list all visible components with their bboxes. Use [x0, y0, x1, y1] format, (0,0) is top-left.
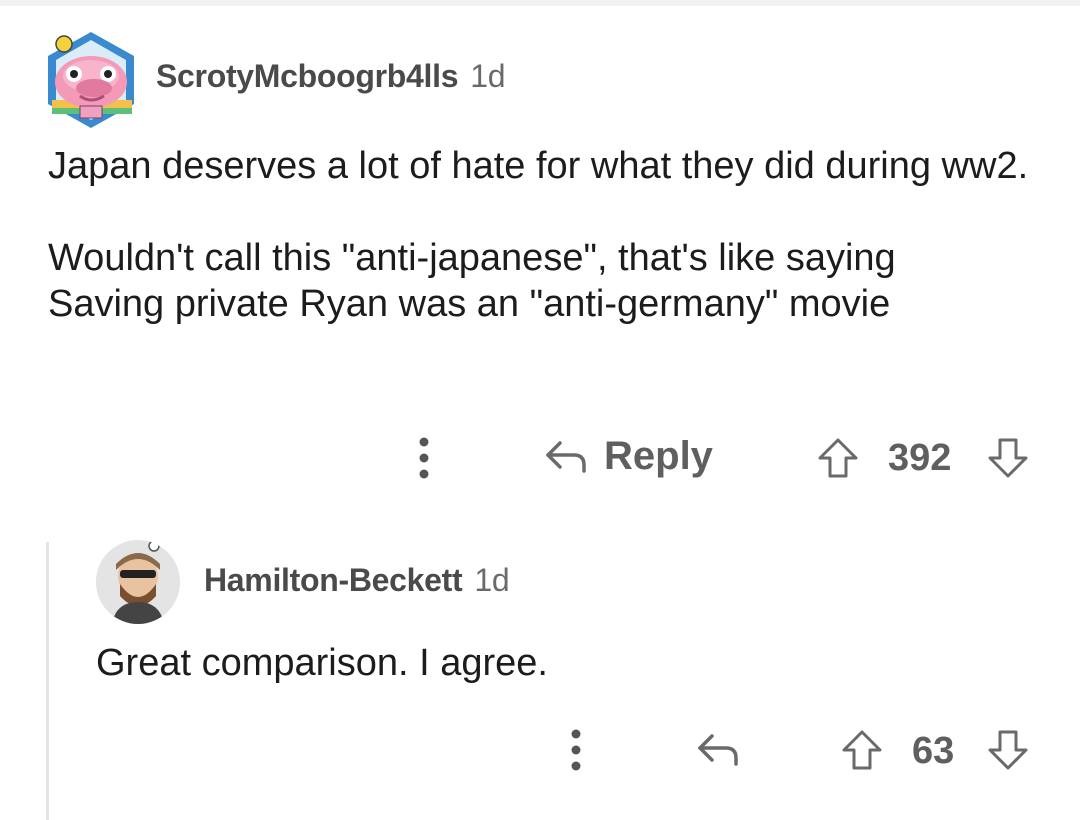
- more-options-button[interactable]: [564, 728, 588, 772]
- vote-score: 392: [888, 437, 952, 479]
- reply-button[interactable]: [696, 730, 742, 770]
- timestamp: 1d: [474, 562, 510, 598]
- comment-body: Great comparison. I agree.: [96, 640, 996, 686]
- avatar[interactable]: [96, 540, 180, 624]
- downvote-arrow-icon: [988, 730, 1028, 770]
- upvote-arrow-icon: [842, 730, 882, 770]
- thread-line[interactable]: [46, 542, 49, 820]
- comment-paragraph: Wouldn't call this "anti-japanese", that…: [48, 237, 896, 325]
- downvote-button[interactable]: [986, 436, 1030, 480]
- comment-author[interactable]: ScrotyMcboogrb4lls 1d: [156, 58, 506, 95]
- timestamp: 1d: [470, 58, 506, 94]
- upvote-button[interactable]: [816, 436, 860, 480]
- comment-author[interactable]: Hamilton-Beckett 1d: [204, 562, 510, 599]
- more-vertical-icon: [419, 437, 429, 479]
- reply-arrow-icon: [546, 440, 586, 473]
- upvote-button[interactable]: [840, 728, 884, 772]
- vote-score: 63: [912, 730, 955, 772]
- blobfish-avatar-icon: [48, 32, 134, 128]
- reply-label[interactable]: Reply: [604, 434, 713, 479]
- upvote-arrow-icon: [818, 438, 858, 478]
- downvote-arrow-icon: [988, 438, 1028, 478]
- downvote-button[interactable]: [986, 728, 1030, 772]
- top-divider: [0, 0, 1080, 6]
- reply-arrow-icon: [698, 734, 738, 766]
- comment-paragraph: Great comparison. I agree.: [96, 642, 548, 684]
- more-options-button[interactable]: [412, 436, 436, 480]
- comment-paragraph: Japan deserves a lot of hate for what th…: [48, 145, 1029, 187]
- username-text[interactable]: ScrotyMcboogrb4lls: [156, 58, 459, 94]
- more-vertical-icon: [571, 729, 581, 771]
- reply-button[interactable]: Reply: [544, 434, 713, 479]
- username-text[interactable]: Hamilton-Beckett: [204, 562, 463, 598]
- paragraph-spacer: [48, 189, 1048, 235]
- comment-body: Japan deserves a lot of hate for what th…: [48, 143, 1048, 327]
- user-avatar-icon: [96, 540, 180, 624]
- avatar[interactable]: [44, 30, 138, 130]
